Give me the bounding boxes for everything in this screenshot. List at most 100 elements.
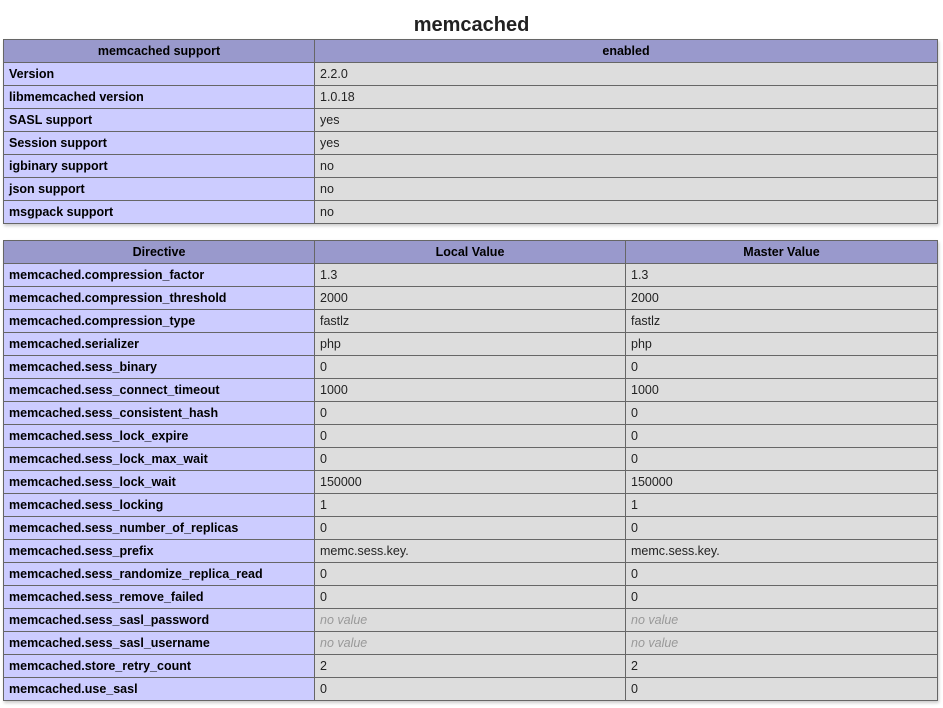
local-value-text: 2000 <box>320 291 348 305</box>
master-value-text: 150000 <box>631 475 673 489</box>
local-value-cell: 2000 <box>314 286 626 310</box>
support-row: Version 2.2.0 <box>3 62 938 86</box>
directive-name-cell: memcached.sess_sasl_password <box>3 608 315 632</box>
local-value-text: 0 <box>320 406 327 420</box>
local-value-text: 0 <box>320 360 327 374</box>
directive-name-cell: memcached.use_sasl <box>3 677 315 701</box>
master-value-text: 1.3 <box>631 268 649 282</box>
master-value-cell: no value <box>625 631 938 655</box>
support-row: SASL support yes <box>3 108 938 132</box>
directive-row: memcached.sess_sasl_password no value no v… <box>3 608 938 632</box>
master-value-cell: 0 <box>625 585 938 609</box>
master-value-cell: php <box>625 332 938 356</box>
directive-name-cell: memcached.sess_prefix <box>3 539 315 563</box>
local-value-cell: fastlz <box>314 309 626 333</box>
local-value-text: 0 <box>320 590 327 604</box>
directive-name-cell: memcached.compression_type <box>3 309 315 333</box>
master-value-cell: 0 <box>625 424 938 448</box>
directive-row: memcached.sess_randomize_replica_read 0 0 <box>3 562 938 586</box>
directive-name-cell: memcached.sess_binary <box>3 355 315 379</box>
directive-row: memcached.sess_lock_wait 150000 150000 <box>3 470 938 494</box>
directive-row: memcached.compression_factor 1.3 1.3 <box>3 263 938 287</box>
master-value-cell: 0 <box>625 355 938 379</box>
master-value-text: 0 <box>631 406 638 420</box>
master-value-cell: no value <box>625 608 938 632</box>
support-name-cell: json support <box>3 177 315 201</box>
local-value-cell: 0 <box>314 401 626 425</box>
local-value-text: 1000 <box>320 383 348 397</box>
master-value-cell: 150000 <box>625 470 938 494</box>
local-value-text: no value <box>320 613 368 627</box>
directive-name-cell: memcached.sess_consistent_hash <box>3 401 315 425</box>
local-value-cell: 1.3 <box>314 263 626 287</box>
master-value-cell: memc.sess.key. <box>625 539 938 563</box>
local-value-cell: 2 <box>314 654 626 678</box>
support-header-cell: enabled <box>314 39 938 63</box>
support-name-cell: msgpack support <box>3 200 315 224</box>
local-value-cell: php <box>314 332 626 356</box>
local-value-text: 1 <box>320 498 327 512</box>
master-value-cell: 0 <box>625 516 938 540</box>
directive-row: memcached.sess_locking 1 1 <box>3 493 938 517</box>
local-value-cell: 0 <box>314 447 626 471</box>
local-value-cell: 150000 <box>314 470 626 494</box>
master-value-text: memc.sess.key. <box>631 544 720 558</box>
directive-row: memcached.sess_binary 0 0 <box>3 355 938 379</box>
directive-row: memcached.sess_lock_max_wait 0 0 <box>3 447 938 471</box>
local-value-cell: 0 <box>314 677 626 701</box>
master-value-text: 0 <box>631 682 638 696</box>
master-value-text: 0 <box>631 590 638 604</box>
local-value-text: php <box>320 337 341 351</box>
directive-name-cell: memcached.store_retry_count <box>3 654 315 678</box>
master-value-text: 2 <box>631 659 638 673</box>
directive-name-cell: memcached.serializer <box>3 332 315 356</box>
master-value-cell: 1.3 <box>625 263 938 287</box>
directive-row: memcached.sess_lock_expire 0 0 <box>3 424 938 448</box>
directive-row: memcached.sess_prefix memc.sess.key. memc.… <box>3 539 938 563</box>
local-value-cell: 0 <box>314 516 626 540</box>
local-value-cell: 0 <box>314 424 626 448</box>
support-value-cell: 1.0.18 <box>314 85 938 109</box>
master-value-text: php <box>631 337 652 351</box>
directive-row: memcached.use_sasl 0 0 <box>3 677 938 701</box>
directive-row: memcached.sess_consistent_hash 0 0 <box>3 401 938 425</box>
support-value-cell: yes <box>314 131 938 155</box>
local-value-cell: 0 <box>314 585 626 609</box>
support-name-cell: igbinary support <box>3 154 315 178</box>
local-value-text: 0 <box>320 682 327 696</box>
directive-row: memcached.sess_connect_timeout 1000 1000 <box>3 378 938 402</box>
support-name-cell: libmemcached version <box>3 85 315 109</box>
directive-row: memcached.sess_remove_failed 0 0 <box>3 585 938 609</box>
directive-name-cell: memcached.sess_sasl_username <box>3 631 315 655</box>
local-value-text: no value <box>320 636 368 650</box>
directive-name-cell: memcached.sess_locking <box>3 493 315 517</box>
master-value-text: no value <box>631 613 679 627</box>
local-value-cell: 1 <box>314 493 626 517</box>
master-value-text: 0 <box>631 429 638 443</box>
support-name-cell: Version <box>3 62 315 86</box>
support-header-cell: memcached support <box>3 39 315 63</box>
master-value-header-cell: Master Value <box>625 240 938 264</box>
support-name-cell: SASL support <box>3 108 315 132</box>
directive-name-cell: memcached.sess_remove_failed <box>3 585 315 609</box>
directive-name-cell: memcached.sess_lock_max_wait <box>3 447 315 471</box>
master-value-cell: fastlz <box>625 309 938 333</box>
local-value-text: 0 <box>320 567 327 581</box>
support-value-cell: no <box>314 154 938 178</box>
directive-name-cell: memcached.compression_factor <box>3 263 315 287</box>
local-value-header-cell: Local Value <box>314 240 626 264</box>
master-value-text: fastlz <box>631 314 661 328</box>
directive-name-cell: memcached.sess_number_of_replicas <box>3 516 315 540</box>
support-value-cell: yes <box>314 108 938 132</box>
directive-table: Directive Local Value Master Value memca… <box>3 240 938 701</box>
local-value-cell: 0 <box>314 562 626 586</box>
support-header-row: memcached support enabled <box>3 39 938 63</box>
local-value-text: fastlz <box>320 314 350 328</box>
master-value-text: 1 <box>631 498 638 512</box>
master-value-text: 0 <box>631 360 638 374</box>
local-value-text: 150000 <box>320 475 362 489</box>
local-value-text: 0 <box>320 521 327 535</box>
local-value-text: memc.sess.key. <box>320 544 409 558</box>
local-value-text: 1.3 <box>320 268 338 282</box>
directive-row: memcached.serializer php php <box>3 332 938 356</box>
